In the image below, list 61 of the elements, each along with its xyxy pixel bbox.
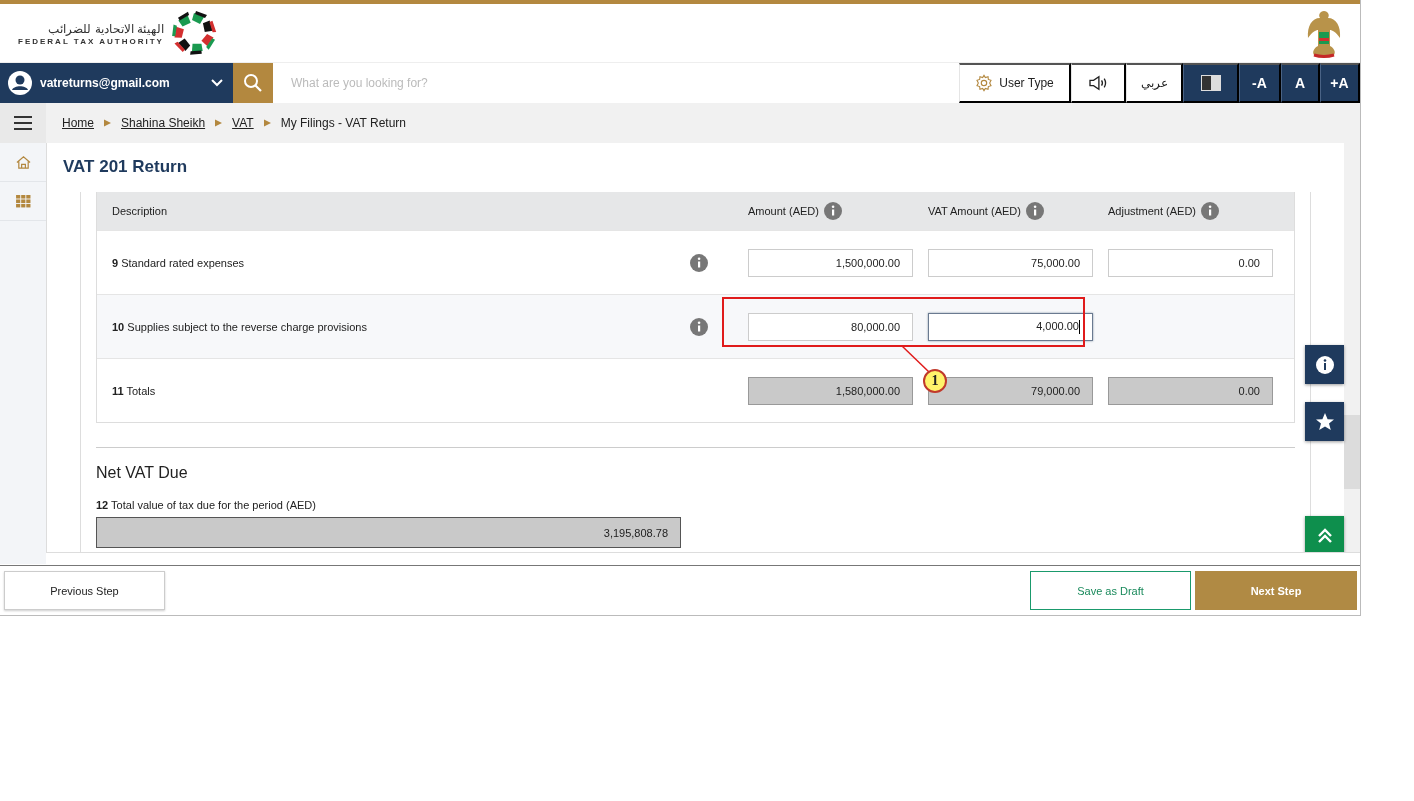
column-header: Amount (AED): [748, 205, 819, 217]
home-icon[interactable]: [15, 154, 31, 170]
chevron-down-icon: [211, 79, 223, 87]
breadcrumb-current: My Filings - VAT Return: [280, 116, 407, 130]
row-description: 9 Standard rated expenses: [112, 256, 245, 269]
user-type-button[interactable]: User Type: [959, 63, 1071, 103]
info-icon: [1314, 354, 1335, 375]
font-size-button[interactable]: -A: [1239, 63, 1281, 103]
speaker-icon: [1088, 75, 1108, 91]
avatar-icon: [8, 71, 32, 95]
triangle-right-icon: [263, 119, 271, 127]
triangle-right-icon: [215, 119, 223, 127]
user-dropdown[interactable]: vatreturns@gmail.com: [0, 63, 233, 103]
amount-field[interactable]: 0.00: [1108, 248, 1273, 277]
grid-icon[interactable]: [15, 194, 31, 208]
callout-marker: 1: [923, 369, 947, 393]
info-button[interactable]: [1305, 345, 1344, 384]
logo-arabic-text: الهيئة الاتحادية للضرائب: [48, 20, 164, 37]
speaker-button[interactable]: [1071, 63, 1126, 103]
save-draft-button[interactable]: Save as Draft: [1030, 571, 1191, 610]
gear-icon: [975, 74, 994, 92]
column-header: VAT Amount (AED): [928, 205, 1021, 217]
star-button[interactable]: [1305, 402, 1344, 441]
font-size-button[interactable]: A: [1281, 63, 1320, 103]
search-icon: [243, 73, 263, 93]
language-button[interactable]: عربي: [1126, 63, 1183, 103]
amount-field[interactable]: 75,000.00: [928, 248, 1093, 277]
previous-step-button[interactable]: Previous Step: [4, 571, 165, 610]
breadcrumb-link[interactable]: Shahina Sheikh: [121, 116, 206, 130]
section-heading: Net VAT Due: [96, 464, 189, 483]
row-description: 10 Supplies subject to the reverse charge provisions: [112, 320, 367, 333]
font-size-button[interactable]: +A: [1320, 63, 1360, 103]
row-description: 11 Totals: [112, 384, 156, 397]
total-field: 0.00: [1108, 376, 1273, 405]
star-icon: [1314, 411, 1335, 432]
page-title: VAT 201 Return: [63, 157, 189, 178]
contrast-icon: [1200, 75, 1221, 91]
scrollbar-thumb[interactable]: [1344, 415, 1360, 489]
breadcrumb-link[interactable]: Home: [62, 116, 94, 130]
column-header: Description: [112, 205, 168, 217]
contrast-button[interactable]: [1183, 63, 1239, 103]
total-field: 3,195,808.78: [96, 517, 681, 548]
logo-icon: [169, 9, 218, 57]
field-label: 12 Total value of tax due for the period (AED): [96, 499, 317, 511]
amount-field[interactable]: 80,000.00: [748, 312, 913, 341]
breadcrumb-link[interactable]: VAT: [232, 116, 254, 130]
logo-text: FEDERAL TAX AUTHORITY: [18, 36, 164, 46]
leader-line: [901, 345, 931, 373]
info-icon[interactable]: [1025, 202, 1044, 220]
search-button[interactable]: [233, 63, 273, 103]
info-icon[interactable]: [1201, 202, 1220, 220]
column-header: Adjustment (AED): [1108, 205, 1197, 217]
info-icon[interactable]: [690, 317, 708, 336]
triangle-right-icon: [104, 119, 111, 127]
amount-field[interactable]: 4,000.00: [928, 312, 1093, 341]
menu-icon[interactable]: [14, 116, 32, 130]
info-icon[interactable]: [823, 202, 842, 220]
double-chevron-up-button[interactable]: [1305, 516, 1344, 552]
amount-field[interactable]: 1,500,000.00: [748, 248, 913, 277]
total-field: 1,580,000.00: [748, 376, 913, 405]
info-icon[interactable]: [690, 253, 708, 272]
